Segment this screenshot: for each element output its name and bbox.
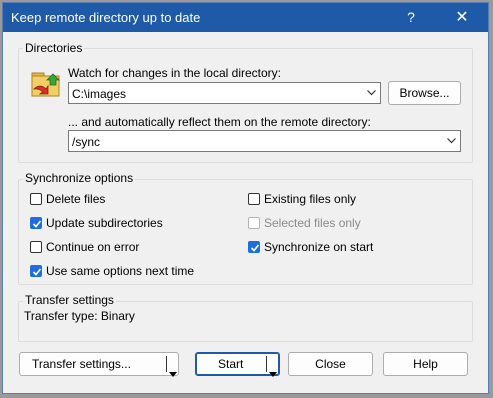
start-button-label: Start — [218, 357, 244, 371]
window-title: Keep remote directory up to date — [11, 10, 201, 25]
continue-on-error-label: Continue on error — [46, 240, 140, 254]
checkbox-box[interactable] — [30, 265, 42, 277]
title-help-button[interactable]: ? — [395, 3, 427, 32]
help-button[interactable]: Help — [383, 352, 468, 376]
existing-files-only-label: Existing files only — [264, 192, 357, 206]
close-button[interactable]: Close — [288, 352, 373, 376]
synchronize-on-start-label: Synchronize on start — [264, 240, 374, 254]
use-same-options-label: Use same options next time — [46, 264, 195, 278]
dropdown-arrow-icon[interactable] — [169, 362, 177, 384]
transfer-settings-button-label: Transfer settings... — [32, 357, 131, 371]
local-directory-label: Watch for changes in the local directory… — [68, 66, 281, 80]
checkbox-box[interactable] — [30, 217, 42, 229]
chevron-down-icon[interactable] — [362, 83, 380, 103]
remote-directory-label: ... and automatically reflect them on th… — [68, 115, 371, 129]
local-directory-combobox[interactable]: C:\images — [68, 82, 381, 104]
title-close-button[interactable]: ✕ — [442, 3, 482, 32]
split-separator — [266, 356, 267, 372]
checkmark-icon — [250, 244, 260, 252]
local-directory-value: C:\images — [72, 87, 127, 101]
title-bar[interactable]: Keep remote directory up to date ? ✕ — [3, 3, 488, 32]
remote-directory-combobox[interactable]: /sync — [68, 130, 461, 152]
chevron-down-icon[interactable] — [442, 131, 460, 151]
checkmark-icon — [32, 268, 42, 276]
checkbox-box — [248, 217, 260, 229]
delete-files-label: Delete files — [46, 192, 106, 206]
folder-sync-icon — [29, 67, 63, 101]
selected-files-only-label: Selected files only — [264, 216, 361, 230]
split-separator — [166, 356, 167, 372]
transfer-type-text: Transfer type: Binary — [24, 309, 135, 323]
checkbox-box[interactable] — [248, 193, 260, 205]
remote-directory-value: /sync — [72, 135, 101, 149]
browse-button[interactable]: Browse... — [388, 81, 461, 105]
checkbox-box[interactable] — [30, 193, 42, 205]
dialog-window: Keep remote directory up to date ? ✕ Dir… — [2, 2, 489, 394]
directories-group-title: Directories — [23, 41, 85, 55]
dropdown-arrow-icon[interactable] — [269, 362, 277, 384]
synchronize-options-group-title: Synchronize options — [23, 171, 136, 185]
checkbox-box[interactable] — [248, 241, 260, 253]
transfer-settings-button[interactable]: Transfer settings... — [19, 352, 179, 377]
update-subdirectories-label: Update subdirectories — [46, 216, 163, 230]
checkmark-icon — [32, 220, 42, 228]
checkbox-box[interactable] — [30, 241, 42, 253]
transfer-settings-group-title: Transfer settings — [23, 293, 116, 307]
start-button[interactable]: Start — [195, 352, 280, 377]
